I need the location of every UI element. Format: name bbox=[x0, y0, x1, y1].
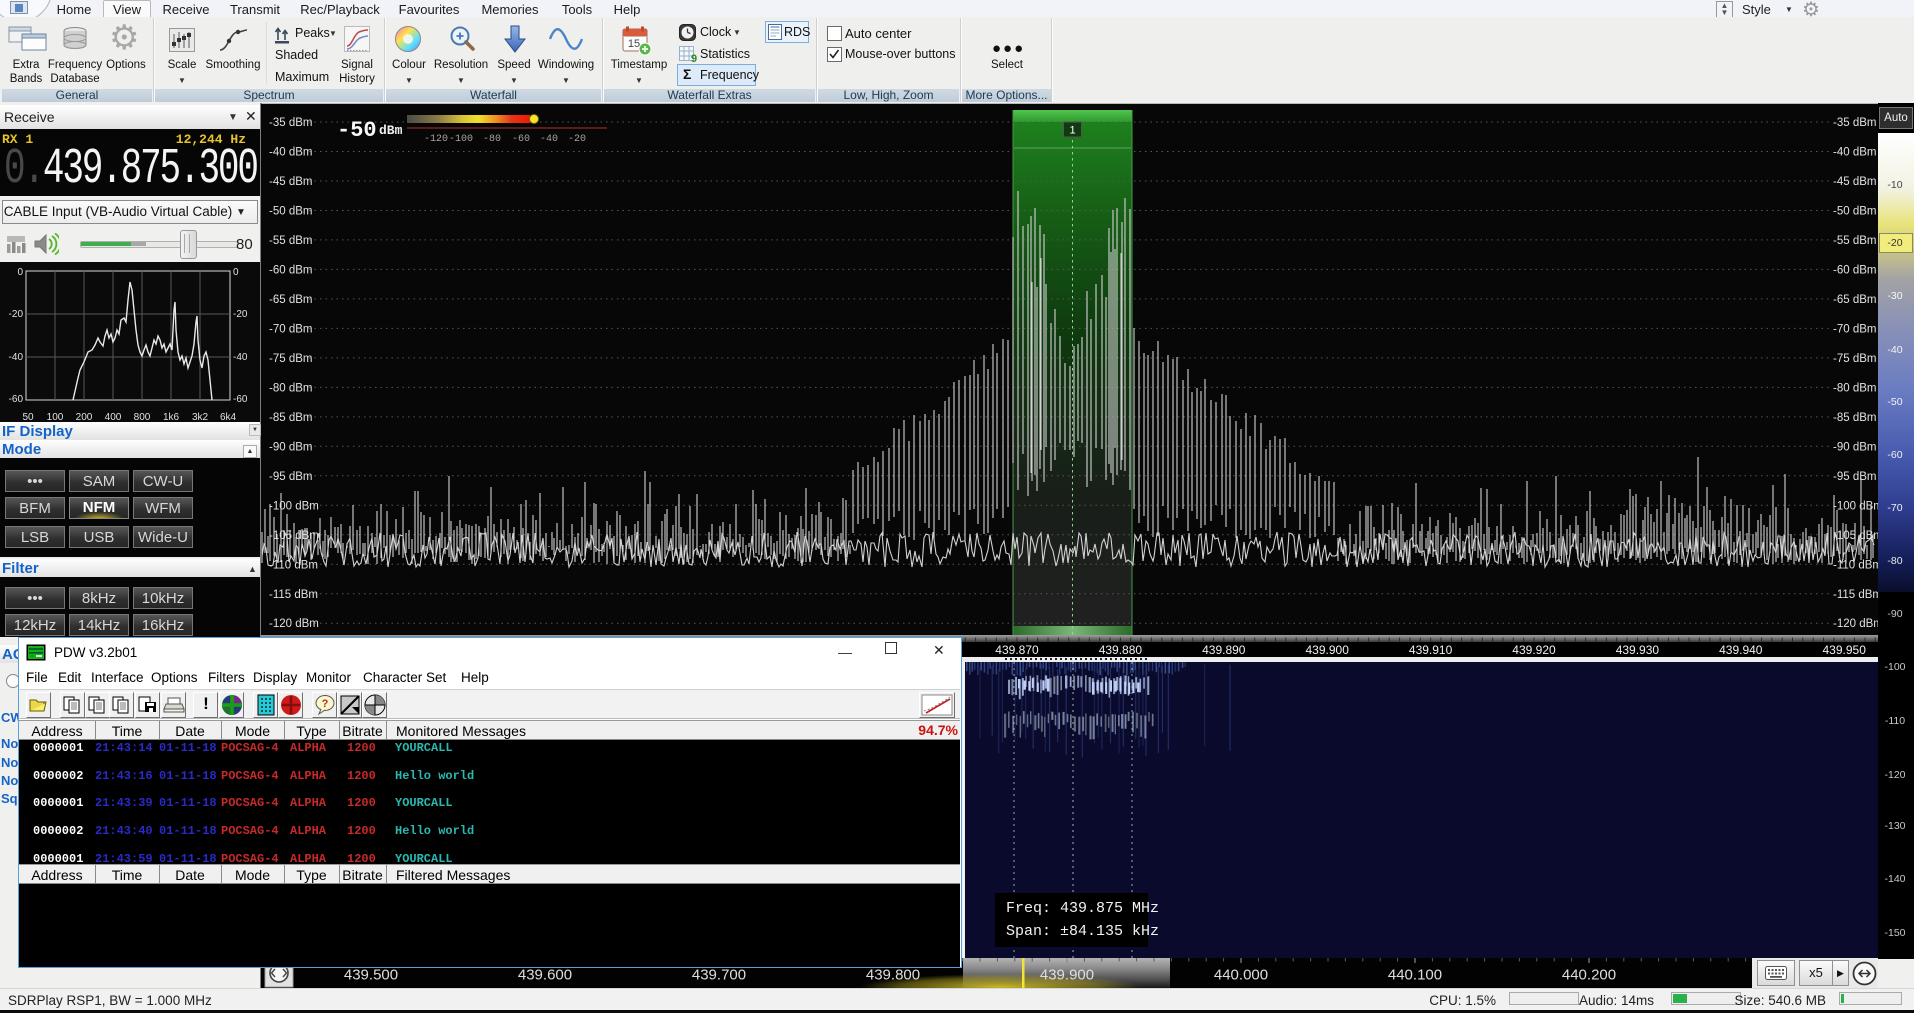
svg-text:-50 dBm: -50 dBm bbox=[1833, 206, 1876, 218]
svg-text:439.890: 439.890 bbox=[1202, 643, 1246, 657]
svg-text:439.800: 439.800 bbox=[866, 967, 920, 984]
svg-text:1: 1 bbox=[1069, 125, 1075, 137]
svg-text:6k4: 6k4 bbox=[220, 412, 237, 422]
svg-text:50: 50 bbox=[22, 412, 34, 422]
svg-text:-85 dBm: -85 dBm bbox=[269, 412, 312, 424]
svg-text:-40: -40 bbox=[233, 352, 248, 363]
svg-text:-40: -40 bbox=[9, 352, 24, 363]
svg-text:-65 dBm: -65 dBm bbox=[269, 294, 312, 306]
svg-text:439.920: 439.920 bbox=[1512, 643, 1556, 657]
svg-text:439.880: 439.880 bbox=[1099, 643, 1143, 657]
svg-text:-20: -20 bbox=[568, 134, 586, 145]
svg-text:-45 dBm: -45 dBm bbox=[1833, 176, 1876, 188]
svg-text:?: ? bbox=[322, 698, 329, 710]
svg-text:439.900: 439.900 bbox=[1040, 967, 1094, 984]
svg-text:0: 0 bbox=[17, 267, 23, 278]
svg-text:439.700: 439.700 bbox=[692, 967, 746, 984]
svg-text:-110 dBm: -110 dBm bbox=[269, 559, 318, 571]
svg-text:-70 dBm: -70 dBm bbox=[269, 323, 312, 335]
svg-text:439.910: 439.910 bbox=[1409, 643, 1453, 657]
svg-text:-95 dBm: -95 dBm bbox=[1833, 471, 1876, 483]
svg-text:-35 dBm: -35 dBm bbox=[269, 117, 312, 129]
svg-text:-115 dBm: -115 dBm bbox=[269, 589, 318, 601]
svg-text:-80: -80 bbox=[483, 134, 501, 145]
svg-text:200: 200 bbox=[76, 412, 93, 422]
svg-text:800: 800 bbox=[134, 412, 151, 422]
svg-text:-20: -20 bbox=[233, 309, 248, 320]
svg-text:-45 dBm: -45 dBm bbox=[269, 176, 312, 188]
svg-text:-60 dBm: -60 dBm bbox=[269, 264, 312, 276]
svg-text:-85 dBm: -85 dBm bbox=[1833, 412, 1876, 424]
svg-text:439.870: 439.870 bbox=[995, 643, 1039, 657]
svg-text:440.200: 440.200 bbox=[1562, 967, 1616, 984]
svg-text:1k6: 1k6 bbox=[163, 412, 180, 422]
svg-text:-80 dBm: -80 dBm bbox=[1833, 382, 1876, 394]
svg-text:-90 dBm: -90 dBm bbox=[269, 441, 312, 453]
svg-text:-120 dBm: -120 dBm bbox=[269, 618, 319, 630]
svg-text:-55 dBm: -55 dBm bbox=[269, 235, 312, 247]
svg-text:-40 dBm: -40 dBm bbox=[269, 147, 312, 159]
svg-text:439.500: 439.500 bbox=[344, 967, 398, 984]
svg-text:-110 dBm: -110 dBm bbox=[1833, 559, 1878, 571]
svg-text:15: 15 bbox=[628, 38, 640, 50]
svg-text:-80 dBm: -80 dBm bbox=[269, 382, 312, 394]
svg-text:-60 dBm: -60 dBm bbox=[1833, 264, 1876, 276]
svg-text:dBm: dBm bbox=[379, 123, 403, 138]
svg-text:-75 dBm: -75 dBm bbox=[1833, 353, 1876, 365]
svg-text:-95 dBm: -95 dBm bbox=[269, 471, 312, 483]
svg-text:-105 dBm: -105 dBm bbox=[269, 530, 319, 542]
svg-text:-40: -40 bbox=[540, 134, 558, 145]
svg-text:-90 dBm: -90 dBm bbox=[1833, 441, 1876, 453]
svg-text:0: 0 bbox=[233, 267, 239, 278]
svg-text:439.600: 439.600 bbox=[518, 967, 572, 984]
svg-text:440.000: 440.000 bbox=[1214, 967, 1268, 984]
svg-text:-40 dBm: -40 dBm bbox=[1833, 147, 1876, 159]
svg-text:-50: -50 bbox=[337, 118, 377, 143]
svg-text:439.940: 439.940 bbox=[1719, 643, 1763, 657]
svg-text:9: 9 bbox=[691, 53, 697, 63]
svg-text:-100 dBm: -100 dBm bbox=[1833, 500, 1878, 512]
svg-text:-60: -60 bbox=[233, 394, 248, 405]
svg-text:-65 dBm: -65 dBm bbox=[1833, 294, 1876, 306]
svg-text:-20: -20 bbox=[9, 309, 24, 320]
svg-text:-100: -100 bbox=[449, 134, 473, 145]
svg-text:-75 dBm: -75 dBm bbox=[269, 353, 312, 365]
svg-text:-105 dBm: -105 dBm bbox=[1833, 530, 1878, 542]
svg-text:439.930: 439.930 bbox=[1616, 643, 1660, 657]
svg-text:100: 100 bbox=[47, 412, 64, 422]
svg-text:-120: -120 bbox=[424, 134, 448, 145]
svg-text:3k2: 3k2 bbox=[192, 412, 209, 422]
svg-text:-120 dBm: -120 dBm bbox=[1833, 618, 1878, 630]
svg-text:439.950: 439.950 bbox=[1823, 643, 1867, 657]
svg-text:-55 dBm: -55 dBm bbox=[1833, 235, 1876, 247]
svg-text:-50 dBm: -50 dBm bbox=[269, 206, 312, 218]
svg-text:439.900: 439.900 bbox=[1306, 643, 1350, 657]
svg-text:-115 dBm: -115 dBm bbox=[1833, 589, 1878, 601]
svg-text:400: 400 bbox=[105, 412, 122, 422]
svg-text:-60: -60 bbox=[512, 134, 530, 145]
svg-text:440.100: 440.100 bbox=[1388, 967, 1442, 984]
svg-text:-100 dBm: -100 dBm bbox=[269, 500, 319, 512]
svg-text:-35 dBm: -35 dBm bbox=[1833, 117, 1876, 129]
svg-text:-70 dBm: -70 dBm bbox=[1833, 323, 1876, 335]
svg-text:-60: -60 bbox=[9, 394, 24, 405]
